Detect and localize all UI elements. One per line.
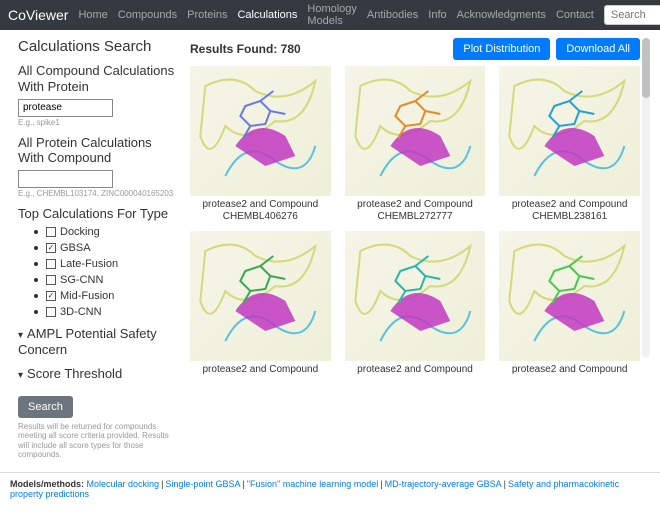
- top-calc-label: Top Calculations For Type: [18, 206, 178, 222]
- compound-hint: E.g., CHEMBL103174, ZINC000040165203: [18, 189, 178, 198]
- checkbox[interactable]: [46, 243, 56, 253]
- bullet-icon: [34, 246, 38, 250]
- sidebar: Calculations Search All Compound Calcula…: [18, 38, 178, 460]
- type-item[interactable]: SG-CNN: [34, 274, 178, 286]
- nav-proteins[interactable]: Proteins: [187, 9, 227, 21]
- top-nav: CoViewer Home Compounds Proteins Calcula…: [0, 0, 660, 30]
- result-card[interactable]: protease2 and CompoundCHEMBL406276: [190, 66, 331, 223]
- result-card[interactable]: protease2 and Compound: [499, 231, 640, 376]
- nav-home[interactable]: Home: [78, 9, 107, 21]
- footer-link[interactable]: "Fusion" machine learning model: [247, 479, 378, 489]
- results-panel: Results Found: 780 Plot Distribution Dow…: [190, 38, 650, 460]
- checkbox[interactable]: [46, 227, 56, 237]
- nav-compounds[interactable]: Compounds: [118, 9, 177, 21]
- scrollbar-thumb[interactable]: [642, 38, 650, 98]
- score-label: Score Threshold: [27, 366, 122, 381]
- type-item[interactable]: Late-Fusion: [34, 258, 178, 270]
- type-item[interactable]: 3D-CNN: [34, 306, 178, 318]
- results-count: Results Found: 780: [190, 42, 301, 56]
- result-caption: protease2 and Compound: [345, 364, 486, 376]
- result-thumbnail[interactable]: [190, 66, 331, 196]
- nav-calculations[interactable]: Calculations: [237, 9, 297, 21]
- result-thumbnail[interactable]: [499, 66, 640, 196]
- nav-antibodies[interactable]: Antibodies: [367, 9, 418, 21]
- nav-contact[interactable]: Contact: [556, 9, 594, 21]
- bullet-icon: [34, 294, 38, 298]
- type-label: Docking: [60, 226, 100, 238]
- scrollbar[interactable]: [642, 38, 650, 358]
- compound-label: All Protein Calculations With Compound: [18, 135, 178, 166]
- type-item[interactable]: Mid-Fusion: [34, 290, 178, 302]
- protein-label: All Compound Calculations With Protein: [18, 63, 178, 94]
- type-item[interactable]: GBSA: [34, 242, 178, 254]
- ampl-label: AMPL Potential Safety Concern: [18, 326, 157, 357]
- result-thumbnail[interactable]: [345, 231, 486, 361]
- sidebar-title: Calculations Search: [18, 38, 178, 55]
- footer-link[interactable]: Molecular docking: [87, 479, 160, 489]
- result-card[interactable]: protease2 and Compound: [190, 231, 331, 376]
- result-caption: protease2 and Compound: [190, 364, 331, 376]
- type-label: 3D-CNN: [60, 306, 102, 318]
- nav-info[interactable]: Info: [428, 9, 446, 21]
- nav-search: Search: [604, 5, 660, 25]
- result-thumbnail[interactable]: [345, 66, 486, 196]
- result-thumbnail[interactable]: [499, 231, 640, 361]
- result-caption: protease2 and CompoundCHEMBL406276: [190, 199, 331, 223]
- brand[interactable]: CoViewer: [8, 7, 68, 23]
- score-section[interactable]: ▾ Score Threshold: [18, 366, 178, 382]
- checkbox[interactable]: [46, 275, 56, 285]
- footer-link[interactable]: Single-point GBSA: [165, 479, 240, 489]
- result-caption: protease2 and Compound: [499, 364, 640, 376]
- sidebar-note: Results will be returned for compounds m…: [18, 422, 178, 460]
- bullet-icon: [34, 262, 38, 266]
- footer: Models/methods: Molecular docking|Single…: [0, 472, 660, 505]
- footer-link[interactable]: MD-trajectory-average GBSA: [385, 479, 502, 489]
- checkbox[interactable]: [46, 307, 56, 317]
- result-caption: protease2 and CompoundCHEMBL238161: [499, 199, 640, 223]
- result-card[interactable]: protease2 and CompoundCHEMBL272777: [345, 66, 486, 223]
- checkbox[interactable]: [46, 259, 56, 269]
- compound-input[interactable]: [18, 170, 113, 188]
- nav-homology[interactable]: Homology Models: [307, 3, 357, 27]
- type-item[interactable]: Docking: [34, 226, 178, 238]
- nav-ack[interactable]: Acknowledgments: [457, 9, 546, 21]
- caret-down-icon: ▾: [18, 330, 23, 341]
- result-caption: protease2 and CompoundCHEMBL272777: [345, 199, 486, 223]
- result-card[interactable]: protease2 and CompoundCHEMBL238161: [499, 66, 640, 223]
- caret-down-icon: ▾: [18, 370, 23, 381]
- result-card[interactable]: protease2 and Compound: [345, 231, 486, 376]
- download-all-button[interactable]: Download All: [556, 38, 640, 60]
- bullet-icon: [34, 278, 38, 282]
- result-thumbnail[interactable]: [190, 231, 331, 361]
- type-label: SG-CNN: [60, 274, 103, 286]
- type-label: Mid-Fusion: [60, 290, 114, 302]
- bullet-icon: [34, 230, 38, 234]
- protein-input[interactable]: [18, 99, 113, 117]
- checkbox[interactable]: [46, 291, 56, 301]
- footer-label: Models/methods:: [10, 479, 84, 489]
- type-label: GBSA: [60, 242, 91, 254]
- type-label: Late-Fusion: [60, 258, 118, 270]
- sidebar-search-button[interactable]: Search: [18, 396, 73, 418]
- nav-search-input[interactable]: [604, 5, 660, 25]
- ampl-section[interactable]: ▾AMPL Potential Safety Concern: [18, 326, 178, 358]
- protein-hint: E.g., spike1: [18, 118, 178, 127]
- plot-distribution-button[interactable]: Plot Distribution: [453, 38, 550, 60]
- bullet-icon: [34, 310, 38, 314]
